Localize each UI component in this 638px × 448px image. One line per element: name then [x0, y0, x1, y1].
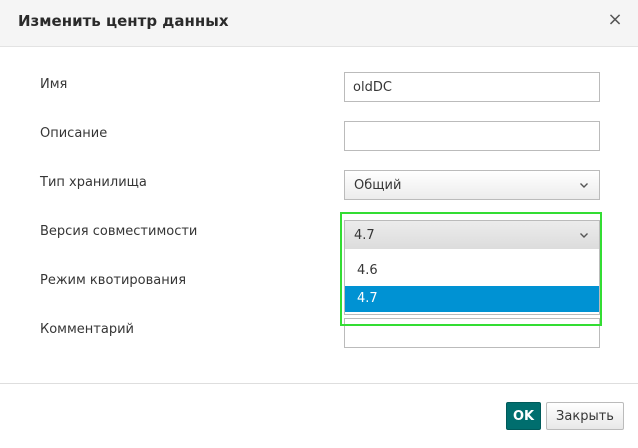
ok-button[interactable]: OK — [506, 402, 541, 430]
name-label: Имя — [40, 77, 68, 92]
description-input[interactable] — [344, 121, 600, 151]
quota-mode-label: Режим квотирования — [40, 273, 187, 288]
close-icon[interactable]: × — [606, 10, 624, 30]
description-label: Описание — [40, 126, 108, 141]
edit-datacenter-dialog: Изменить центр данных × Имя Описание Тип… — [0, 0, 638, 448]
compatibility-version-label: Версия совместимости — [40, 224, 198, 239]
storage-type-label: Тип хранилища — [40, 175, 147, 190]
compatibility-version-dropdown: 4.6 4.7 — [344, 249, 600, 315]
footer-divider — [0, 383, 638, 384]
storage-type-value: Общий — [354, 178, 402, 193]
chevron-down-icon — [580, 183, 588, 188]
chevron-down-icon — [580, 233, 588, 238]
close-button[interactable]: Закрыть — [546, 402, 624, 430]
comment-label: Комментарий — [40, 322, 134, 337]
option-4-6[interactable]: 4.6 — [345, 258, 599, 284]
dialog-header: Изменить центр данных × — [0, 0, 638, 47]
compatibility-version-select[interactable]: 4.7 — [344, 220, 600, 250]
name-input[interactable] — [344, 72, 600, 102]
dialog-title: Изменить центр данных — [18, 12, 229, 30]
storage-type-select[interactable]: Общий — [344, 170, 600, 200]
comment-input[interactable] — [344, 318, 600, 348]
option-4-7[interactable]: 4.7 — [345, 286, 599, 312]
compatibility-version-value: 4.7 — [354, 228, 375, 243]
